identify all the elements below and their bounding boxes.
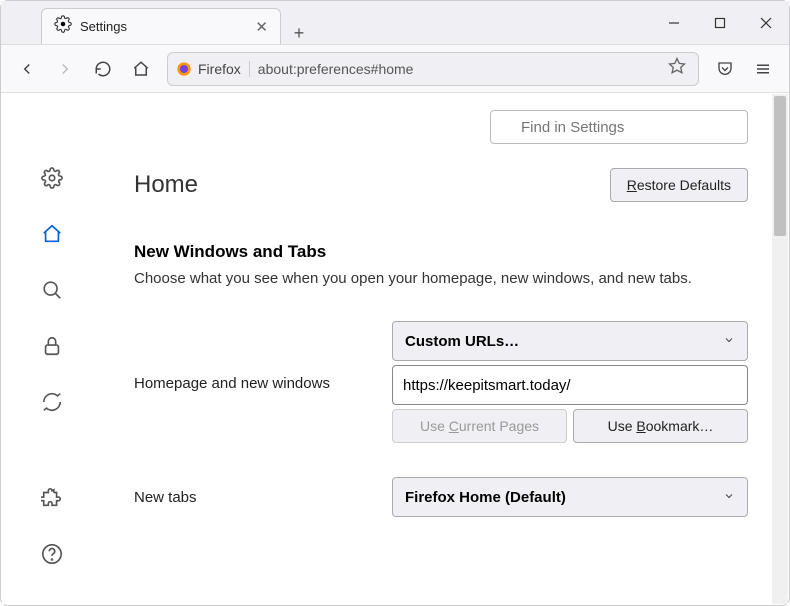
dropdown-value: Custom URLs… xyxy=(405,333,519,350)
homepage-label: Homepage and new windows xyxy=(134,321,392,392)
firefox-logo-icon xyxy=(176,61,192,77)
find-in-settings-input[interactable] xyxy=(490,110,748,144)
home-nav-button[interactable] xyxy=(123,52,159,86)
section-description: Choose what you see when you open your h… xyxy=(134,270,748,287)
use-current-pages-button[interactable]: Use Current Pages xyxy=(392,409,567,443)
sidebar xyxy=(2,94,102,604)
back-button[interactable] xyxy=(9,52,45,86)
pocket-button[interactable] xyxy=(707,52,743,86)
chevron-down-icon xyxy=(723,489,735,506)
section-title: New Windows and Tabs xyxy=(134,242,748,262)
tab-settings[interactable]: Settings ✕ xyxy=(41,8,281,44)
newtabs-label: New tabs xyxy=(134,489,392,506)
scrollbar[interactable] xyxy=(772,94,788,604)
page-title: Home xyxy=(134,171,198,199)
sidebar-item-home[interactable] xyxy=(36,218,68,250)
minimize-button[interactable] xyxy=(651,1,697,44)
sidebar-item-help[interactable] xyxy=(36,538,68,570)
sidebar-item-search[interactable] xyxy=(36,274,68,306)
newtabs-dropdown[interactable]: Firefox Home (Default) xyxy=(392,477,748,517)
window-controls xyxy=(651,1,789,44)
sidebar-item-privacy[interactable] xyxy=(36,330,68,362)
reload-button[interactable] xyxy=(85,52,121,86)
homepage-url-input[interactable] xyxy=(392,365,748,405)
new-tab-button[interactable]: + xyxy=(281,23,317,44)
sidebar-item-general[interactable] xyxy=(36,162,68,194)
tab-label: Settings xyxy=(80,19,255,34)
identity-label: Firefox xyxy=(198,61,241,77)
nav-toolbar: Firefox about:preferences#home xyxy=(1,45,789,93)
tab-strip: Settings ✕ + xyxy=(1,1,651,44)
app-menu-button[interactable] xyxy=(745,52,781,86)
content: Home RRestore Defaultsestore Defaults Ne… xyxy=(2,94,772,604)
maximize-button[interactable] xyxy=(697,1,743,44)
url-text: about:preferences#home xyxy=(258,61,664,77)
forward-button[interactable] xyxy=(47,52,83,86)
url-bar[interactable]: Firefox about:preferences#home xyxy=(167,52,699,86)
sidebar-item-extensions[interactable] xyxy=(36,482,68,514)
restore-defaults-button[interactable]: RRestore Defaultsestore Defaults xyxy=(610,168,748,202)
gear-icon xyxy=(54,15,72,38)
homepage-mode-dropdown[interactable]: Custom URLs… xyxy=(392,321,748,361)
titlebar: Settings ✕ + xyxy=(1,1,789,45)
close-button[interactable] xyxy=(743,1,789,44)
main-panel: Home RRestore Defaultsestore Defaults Ne… xyxy=(102,94,772,604)
content-wrapper: Home RRestore Defaultsestore Defaults Ne… xyxy=(2,94,788,604)
identity-box[interactable]: Firefox xyxy=(176,61,250,77)
sidebar-item-sync[interactable] xyxy=(36,386,68,418)
use-bookmark-button[interactable]: Use Bookmark… xyxy=(573,409,748,443)
dropdown-value: Firefox Home (Default) xyxy=(405,489,566,506)
bookmark-star-icon[interactable] xyxy=(664,57,690,80)
close-tab-icon[interactable]: ✕ xyxy=(255,18,268,36)
chevron-down-icon xyxy=(723,333,735,350)
scrollbar-thumb[interactable] xyxy=(774,96,786,236)
